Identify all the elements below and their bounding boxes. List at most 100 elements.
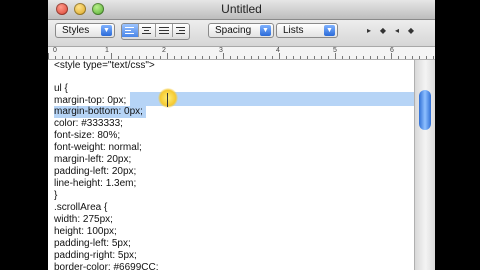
ruler-tick xyxy=(139,56,140,59)
ruler-tick xyxy=(426,56,427,59)
ruler-tick xyxy=(384,56,385,59)
ruler-tick xyxy=(90,56,91,59)
text-editor-window: Untitled Styles ▼ Spacing ▼ Lists ▼ ▸ ◆ … xyxy=(48,0,435,270)
code-line: font-size: 80%; xyxy=(54,130,121,141)
ruler-number: 2 xyxy=(162,47,166,54)
tab-stop-controls: ▸ ◆ ◂ ◆ xyxy=(364,24,416,38)
ruler[interactable]: 0 1 2 3 4 5 6 xyxy=(48,47,435,60)
code-line: padding-left: 5px; xyxy=(54,238,131,249)
spacing-popup[interactable]: Spacing ▼ xyxy=(208,23,274,38)
ruler-tick xyxy=(279,53,280,59)
ruler-tick xyxy=(335,53,336,59)
ruler-tick xyxy=(76,56,77,59)
ruler-tick xyxy=(188,56,189,59)
ruler-tick xyxy=(307,56,308,59)
ruler-tick xyxy=(111,53,112,59)
ruler-tick xyxy=(293,56,294,59)
ruler-tick xyxy=(230,56,231,59)
ruler-tick xyxy=(405,56,406,59)
ruler-tick xyxy=(174,56,175,59)
ruler-tick xyxy=(181,56,182,59)
chevron-down-icon: ▼ xyxy=(324,25,335,36)
code-line: padding-right: 5px; xyxy=(54,250,137,261)
ruler-tick xyxy=(118,56,119,59)
code-line: margin-bottom: 0px; xyxy=(54,106,143,117)
ruler-tick xyxy=(377,56,378,59)
ruler-tick xyxy=(356,56,357,59)
title-bar: Untitled xyxy=(48,0,435,20)
ruler-tick xyxy=(125,56,126,59)
lists-popup-label: Lists xyxy=(283,25,304,36)
align-center-button[interactable] xyxy=(139,24,156,37)
ruler-tick xyxy=(104,56,105,59)
ruler-tick xyxy=(237,56,238,59)
alignment-segmented-control xyxy=(121,23,190,40)
code-line: padding-left: 20px; xyxy=(54,166,137,177)
ruler-tick xyxy=(300,56,301,59)
code-line: margin-left: 20px; xyxy=(54,154,132,165)
code-line: height: 100px; xyxy=(54,226,117,237)
ruler-tick xyxy=(62,56,63,59)
ruler-number: 0 xyxy=(53,47,57,54)
ruler-tick xyxy=(419,56,420,59)
vertical-scrollbar[interactable] xyxy=(414,60,435,270)
decimal-tab-icon[interactable]: ◆ xyxy=(406,25,416,37)
ruler-tick xyxy=(146,56,147,59)
code-line: .scrollArea { xyxy=(54,202,108,213)
ruler-tick xyxy=(167,53,168,59)
ruler-tick xyxy=(314,56,315,59)
ruler-tick xyxy=(349,56,350,59)
text-document[interactable]: <style type="text/css"> ul { margin-top:… xyxy=(48,60,435,270)
ruler-tick xyxy=(370,56,371,59)
code-line: line-height: 1.3em; xyxy=(54,178,137,189)
format-toolbar: Styles ▼ Spacing ▼ Lists ▼ ▸ ◆ ◂ ◆ xyxy=(48,20,435,47)
ruler-tick xyxy=(153,56,154,59)
ruler-tick xyxy=(398,56,399,59)
ruler-tick xyxy=(328,56,329,59)
ruler-tick xyxy=(202,56,203,59)
ruler-tick xyxy=(223,53,224,59)
spacing-popup-label: Spacing xyxy=(215,25,252,36)
ruler-tick xyxy=(97,56,98,59)
ruler-tick xyxy=(363,56,364,59)
ruler-tick xyxy=(195,56,196,59)
left-tab-icon[interactable]: ▸ xyxy=(364,25,374,37)
right-tab-icon[interactable]: ◂ xyxy=(392,25,402,37)
ruler-tick xyxy=(433,56,434,59)
text-cursor-icon xyxy=(167,93,168,107)
align-justify-button[interactable] xyxy=(156,24,173,37)
align-right-button[interactable] xyxy=(173,24,189,37)
lists-popup[interactable]: Lists ▼ xyxy=(276,23,338,38)
code-line: } xyxy=(54,190,58,201)
code-line: ul { xyxy=(54,83,68,94)
code-line: font-weight: normal; xyxy=(54,142,142,153)
align-left-button[interactable] xyxy=(122,24,139,37)
ruler-tick xyxy=(69,56,70,59)
window-title: Untitled xyxy=(221,2,262,16)
ruler-tick xyxy=(321,56,322,59)
styles-popup[interactable]: Styles ▼ xyxy=(55,23,115,38)
ruler-tick xyxy=(244,56,245,59)
ruler-tick xyxy=(265,56,266,59)
ruler-tick xyxy=(391,53,392,59)
code-line: <style type="text/css"> xyxy=(54,60,155,71)
code-line: border-color: #6699CC; xyxy=(54,262,159,270)
ruler-number: 1 xyxy=(105,47,109,54)
chevron-down-icon: ▼ xyxy=(101,25,112,36)
ruler-tick xyxy=(160,56,161,59)
mouse-cursor-highlight xyxy=(158,88,178,108)
scrollbar-thumb[interactable] xyxy=(419,90,431,130)
ruler-tick xyxy=(258,56,259,59)
ruler-tick xyxy=(272,56,273,59)
code-line: color: #333333; xyxy=(54,118,123,129)
ruler-tick xyxy=(209,56,210,59)
code-line: margin-top: 0px; xyxy=(54,95,127,106)
ruler-tick xyxy=(55,56,56,59)
chevron-down-icon: ▼ xyxy=(260,25,271,36)
ruler-tick xyxy=(132,56,133,59)
ruler-tick xyxy=(48,53,49,59)
code-line: width: 275px; xyxy=(54,214,113,225)
ruler-tick xyxy=(251,56,252,59)
styles-popup-label: Styles xyxy=(62,25,90,36)
center-tab-icon[interactable]: ◆ xyxy=(378,25,388,37)
